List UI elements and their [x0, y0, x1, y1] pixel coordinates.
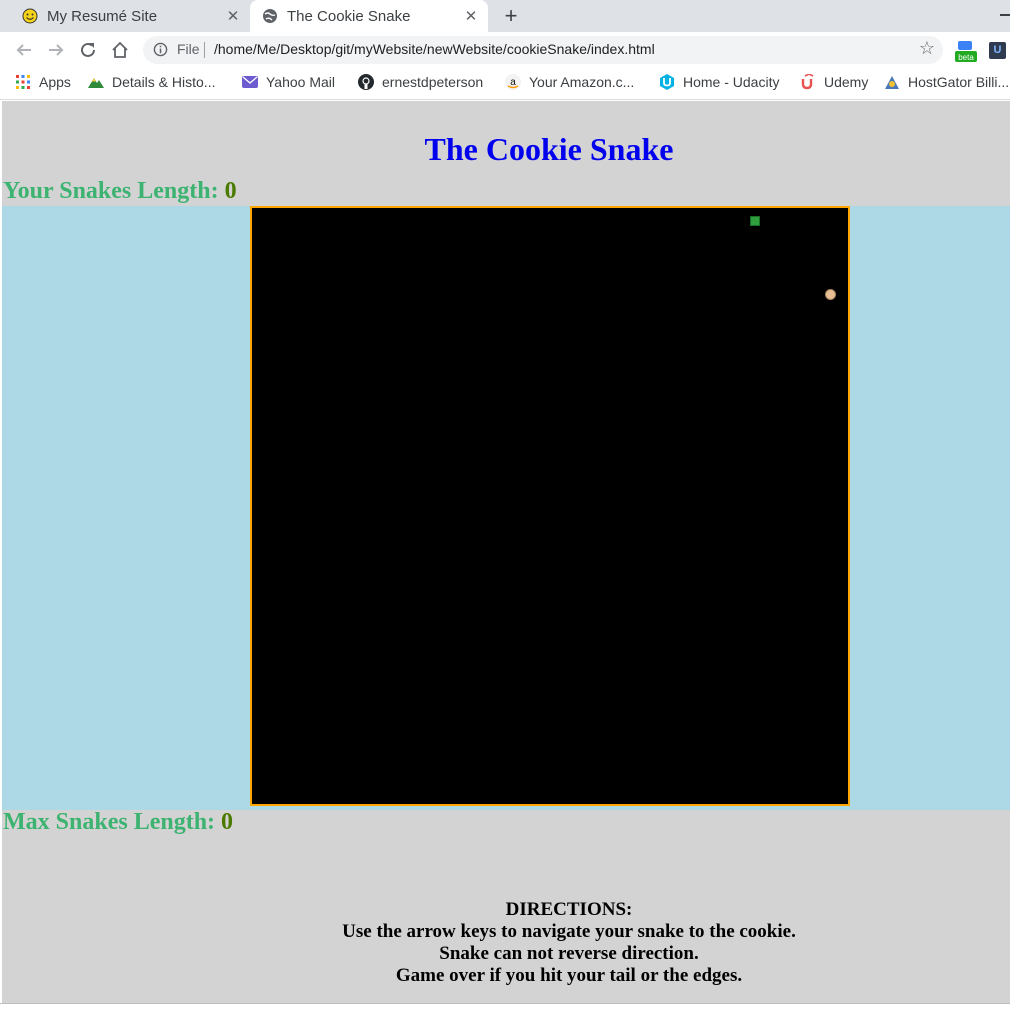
bookmark-hostgator[interactable]: HostGator Billi... [884, 74, 1009, 90]
udemy-icon [800, 74, 816, 90]
tab-strip: My Resumé Site ✕ The Cookie Snake ✕ + [0, 0, 1010, 32]
game-board[interactable] [250, 206, 850, 806]
new-tab-button[interactable]: + [500, 3, 522, 29]
bookmark-label: Apps [39, 74, 71, 90]
bookmark-label: Udemy [824, 74, 869, 90]
bookmark-github[interactable]: ernestdpeterson [358, 74, 483, 90]
directions-line: Game over if you hit your tail or the ed… [395, 965, 743, 986]
address-divider [204, 42, 205, 58]
extension-beta-icon[interactable]: beta [955, 40, 977, 62]
page-title: The Cookie Snake [424, 131, 674, 167]
page-body: The Cookie Snake Your Snakes Length: 0 M… [2, 101, 1010, 1003]
hostgator-icon [884, 74, 900, 90]
bookmark-details-history[interactable]: Details & Histo... [88, 74, 215, 90]
bookmark-udemy[interactable]: Udemy [800, 74, 868, 90]
udacity-icon [659, 74, 675, 90]
back-arrow-icon[interactable] [13, 39, 35, 61]
current-length-label: Your Snakes Length: [3, 178, 219, 204]
bookmark-label: Details & Histo... [112, 74, 216, 90]
max-length-label: Max Snakes Length: [3, 809, 216, 835]
mountain-icon [88, 74, 104, 90]
close-tab-icon[interactable]: ✕ [224, 7, 242, 25]
reload-icon[interactable] [77, 39, 99, 61]
play-area [2, 206, 1010, 810]
svg-text:a: a [510, 77, 516, 88]
bookmark-apps[interactable]: Apps [15, 74, 71, 90]
directions-line: Use the arrow keys to navigate your snak… [342, 921, 796, 942]
tab-title: My Resumé Site [47, 7, 158, 25]
directions-line: Snake can not reverse direction. [439, 943, 699, 964]
bookmark-label: ernestdpeterson [382, 74, 484, 90]
smiley-icon [22, 8, 38, 24]
bookmark-udacity[interactable]: Home - Udacity [659, 74, 779, 90]
url-text[interactable]: /home/Me/Desktop/git/myWebsite/newWebsit… [214, 41, 655, 57]
directions-heading: DIRECTIONS: [505, 899, 633, 920]
directions-panel: DIRECTIONS: Use the arrow keys to naviga… [2, 899, 1010, 987]
current-length-value: 0 [224, 178, 237, 204]
bookmark-amazon[interactable]: a Your Amazon.c... [505, 74, 634, 90]
snake-head [750, 216, 760, 226]
bookmark-star-icon[interactable]: ☆ [919, 38, 935, 59]
bookmark-label: Yahoo Mail [266, 74, 336, 90]
current-length-display: Your Snakes Length: 0 [3, 178, 237, 205]
amazon-icon: a [505, 74, 521, 90]
bookmark-yahoo-mail[interactable]: Yahoo Mail [242, 74, 335, 90]
udacity-extension-icon[interactable]: U [989, 42, 1006, 59]
bookmark-label: HostGator Billi... [908, 74, 1010, 90]
minimize-window-icon[interactable] [1000, 14, 1010, 16]
tab-resume-site[interactable]: My Resumé Site ✕ [0, 0, 250, 32]
tab-cookie-snake[interactable]: The Cookie Snake ✕ [250, 0, 488, 32]
github-icon [358, 74, 374, 90]
extension-badge-text: beta [958, 53, 974, 62]
max-length-display: Max Snakes Length: 0 [3, 809, 233, 836]
close-tab-icon[interactable]: ✕ [462, 7, 480, 25]
scheme-label: File [177, 41, 200, 57]
home-icon[interactable] [109, 39, 131, 61]
bookmarks-bar: Apps Details & Histo... Yahoo Mail ernes… [0, 68, 1010, 100]
window-bottom-edge [0, 1003, 1010, 1010]
bookmark-label: Home - Udacity [683, 74, 780, 90]
browser-toolbar: File /home/Me/Desktop/git/myWebsite/newW… [0, 32, 1010, 68]
mail-icon [242, 74, 258, 90]
info-icon[interactable] [153, 42, 168, 62]
max-length-value: 0 [221, 809, 234, 835]
tab-title: The Cookie Snake [287, 7, 411, 25]
cookie [825, 289, 836, 300]
apps-grid-icon [15, 74, 31, 90]
address-bar[interactable]: File /home/Me/Desktop/git/myWebsite/newW… [143, 36, 943, 64]
globe-icon [262, 8, 278, 24]
forward-arrow-icon[interactable] [45, 39, 67, 61]
bookmark-label: Your Amazon.c... [529, 74, 635, 90]
